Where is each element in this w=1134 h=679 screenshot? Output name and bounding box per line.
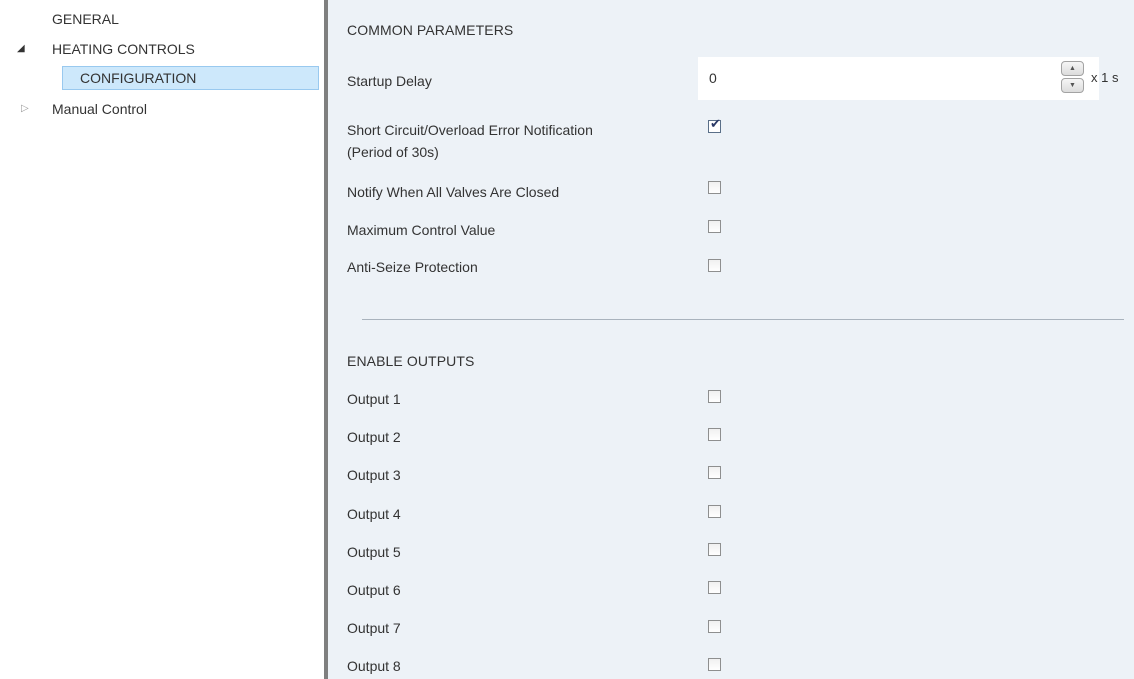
startup-delay-label: Startup Delay xyxy=(347,73,432,89)
short-circuit-period-label: (Period of 30s) xyxy=(347,144,439,160)
maximum-control-value-label: Maximum Control Value xyxy=(347,222,496,238)
sidebar-item-label: GENERAL xyxy=(52,11,119,27)
output-7-checkbox[interactable] xyxy=(708,620,721,633)
sidebar-item-label: HEATING CONTROLS xyxy=(52,41,195,57)
sidebar-item-label: CONFIGURATION xyxy=(80,70,197,86)
section-divider xyxy=(362,319,1124,320)
spin-down-button[interactable]: ▼ xyxy=(1061,78,1084,93)
sidebar-tree: GENERAL ◢ HEATING CONTROLS CONFIGURATION… xyxy=(0,0,324,679)
section-title-enable-outputs: ENABLE OUTPUTS xyxy=(347,353,475,369)
short-circuit-notification-checkbox[interactable]: ✔ xyxy=(708,117,721,133)
notify-valves-closed-label: Notify When All Valves Are Closed xyxy=(347,184,560,200)
maximum-control-value-checkbox[interactable] xyxy=(708,220,721,233)
startup-delay-unit: x 1 s xyxy=(1091,70,1119,85)
window: GENERAL ◢ HEATING CONTROLS CONFIGURATION… xyxy=(0,0,1134,679)
output-5-checkbox[interactable] xyxy=(708,543,721,556)
output-5-label: Output 5 xyxy=(347,544,401,560)
short-circuit-notification-label: Short Circuit/Overload Error Notificatio… xyxy=(347,122,593,138)
output-8-label: Output 8 xyxy=(347,658,401,674)
output-8-checkbox[interactable] xyxy=(708,658,721,671)
arrow-up-icon: ▲ xyxy=(1069,65,1076,72)
check-icon: ✔ xyxy=(710,117,721,132)
arrow-down-icon: ▼ xyxy=(1069,82,1076,89)
output-2-checkbox[interactable] xyxy=(708,428,721,441)
output-4-checkbox[interactable] xyxy=(708,505,721,518)
output-3-label: Output 3 xyxy=(347,467,401,483)
output-7-label: Output 7 xyxy=(347,620,401,636)
output-6-label: Output 6 xyxy=(347,582,401,598)
output-6-checkbox[interactable] xyxy=(708,581,721,594)
tree-collapsed-icon[interactable]: ▷ xyxy=(21,97,29,121)
notify-valves-closed-checkbox[interactable] xyxy=(708,181,721,194)
sidebar-item-general[interactable]: GENERAL xyxy=(0,7,324,31)
spin-up-button[interactable]: ▲ xyxy=(1061,61,1084,76)
output-3-checkbox[interactable] xyxy=(708,466,721,479)
parameters-panel: COMMON PARAMETERS Startup Delay ▲ ▼ x 1 … xyxy=(328,0,1134,679)
output-2-label: Output 2 xyxy=(347,429,401,445)
sidebar-item-heating-controls[interactable]: ◢ HEATING CONTROLS xyxy=(0,37,324,61)
section-title-common-parameters: COMMON PARAMETERS xyxy=(347,22,514,38)
sidebar-item-label: Manual Control xyxy=(52,101,147,117)
output-1-checkbox[interactable] xyxy=(708,390,721,403)
anti-seize-protection-checkbox[interactable] xyxy=(708,259,721,272)
output-4-label: Output 4 xyxy=(347,506,401,522)
sidebar-item-configuration[interactable]: CONFIGURATION xyxy=(0,66,324,90)
sidebar-item-manual-control[interactable]: ▷ Manual Control xyxy=(0,97,324,121)
output-1-label: Output 1 xyxy=(347,391,401,407)
anti-seize-protection-label: Anti-Seize Protection xyxy=(347,259,478,275)
tree-expanded-icon[interactable]: ◢ xyxy=(17,37,25,61)
startup-delay-input[interactable] xyxy=(698,57,1099,100)
